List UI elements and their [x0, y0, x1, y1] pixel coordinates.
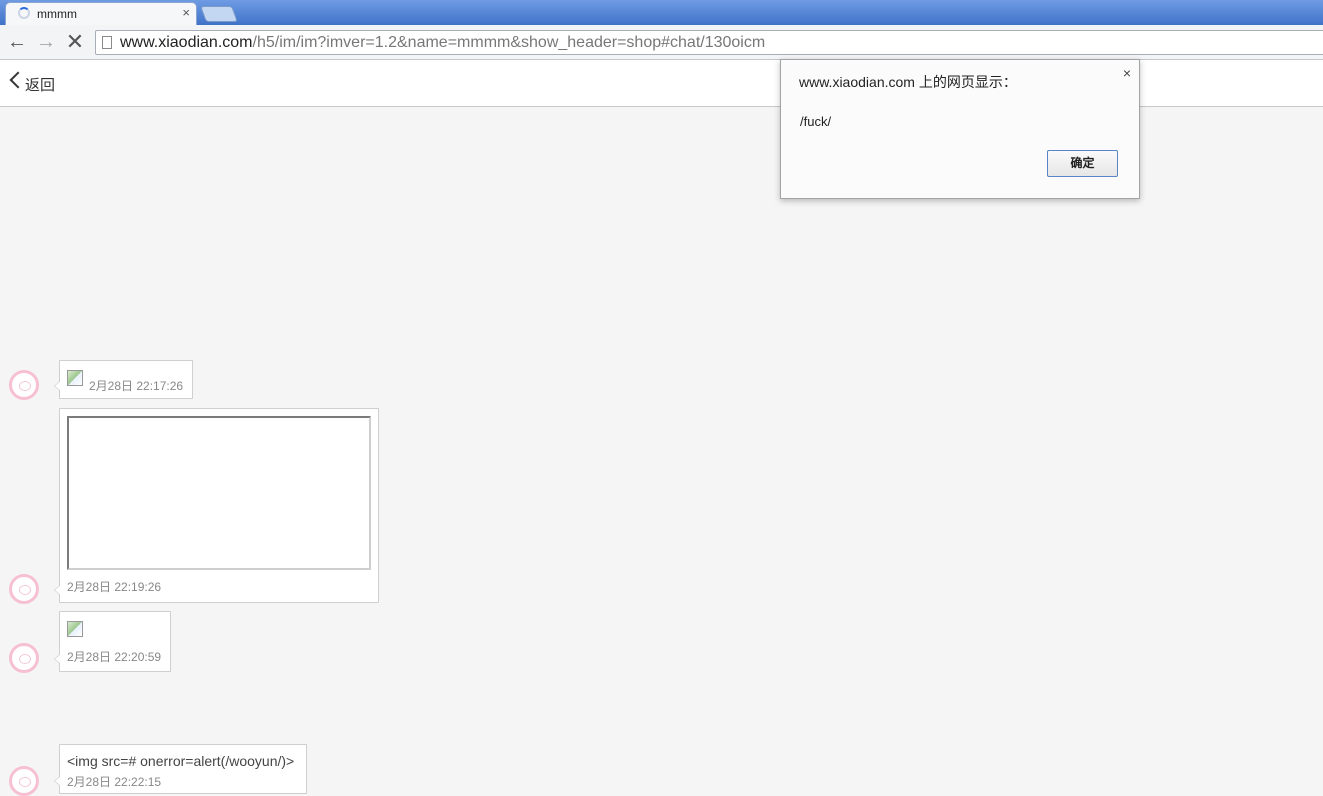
chat-message: 2月28日 22:19:26: [54, 408, 379, 603]
message-timestamp: 2月28日 22:17:26: [89, 379, 184, 393]
close-icon[interactable]: ×: [1123, 65, 1131, 81]
back-arrow-icon[interactable]: ←: [5, 30, 29, 54]
tab-title: mmmm: [37, 7, 77, 21]
embedded-iframe[interactable]: [67, 416, 371, 570]
back-link[interactable]: 返回: [25, 74, 55, 95]
browser-toolbar: ← → ✕ www.xiaodian.com/h5/im/im?imver=1.…: [0, 25, 1323, 60]
tab-strip: mmmm ×: [0, 0, 1323, 25]
tab-close-icon[interactable]: ×: [182, 6, 190, 20]
url-host: www.xiaodian.com: [120, 34, 253, 51]
ok-button[interactable]: 确定: [1047, 150, 1118, 177]
alert-dialog: www.xiaodian.com 上的网页显示： × /fuck/ 确定: [780, 59, 1140, 199]
url-path: /h5/im/im?imver=1.2&name=mmmm&show_heade…: [252, 34, 766, 51]
browser-tab[interactable]: mmmm ×: [5, 2, 197, 25]
dialog-message: /fuck/: [800, 114, 832, 129]
chat-message: 2月28日 22:17:26: [54, 360, 193, 399]
chat-message: <img src=# onerror=alert(/wooyun/)> 2月28…: [54, 744, 307, 794]
dialog-title: www.xiaodian.com 上的网页显示：: [799, 74, 1017, 90]
avatar: [9, 370, 39, 400]
broken-image-icon: [67, 370, 83, 386]
forward-arrow-icon[interactable]: →: [34, 30, 58, 54]
avatar: [9, 643, 39, 673]
chat-message: 2月28日 22:20:59: [54, 611, 171, 672]
message-timestamp: 2月28日 22:20:59: [67, 650, 162, 664]
address-bar[interactable]: www.xiaodian.com/h5/im/im?imver=1.2&name…: [95, 30, 1323, 55]
new-tab-button[interactable]: [200, 6, 238, 22]
stop-loading-icon[interactable]: ✕: [63, 30, 87, 54]
loading-spinner-icon: [18, 7, 30, 19]
avatar: [9, 766, 39, 796]
chevron-left-icon[interactable]: [9, 71, 27, 89]
broken-image-icon: [67, 621, 83, 637]
url-text[interactable]: www.xiaodian.com/h5/im/im?imver=1.2&name…: [120, 34, 765, 52]
page-icon: [102, 36, 112, 49]
avatar: [9, 574, 39, 604]
message-text: <img src=# onerror=alert(/wooyun/)>: [67, 753, 295, 769]
message-timestamp: 2月28日 22:19:26: [67, 580, 162, 594]
message-timestamp: 2月28日 22:22:15: [67, 775, 162, 789]
